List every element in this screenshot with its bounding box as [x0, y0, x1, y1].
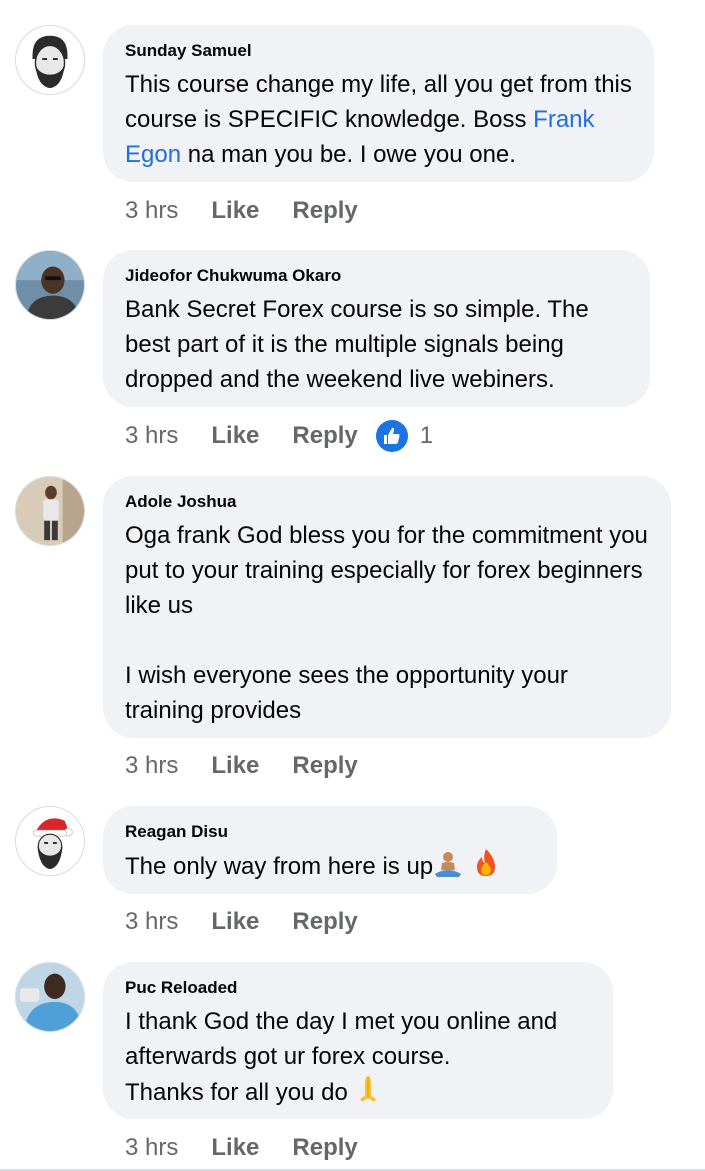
avatar[interactable] [15, 806, 85, 876]
comment-text: Bank Secret Forex course is so simple. T… [125, 296, 589, 393]
comment-time[interactable]: 3 hrs [125, 1134, 178, 1162]
comment-author[interactable]: Puc Reloaded [125, 978, 591, 998]
user-photo-avatar-icon [16, 477, 84, 545]
reaction-summary[interactable]: 1 [375, 420, 434, 452]
santa-hat-bearded-avatar-icon [16, 807, 84, 875]
comment-actions: 3 hrs Like Reply [125, 905, 376, 939]
comment-line: Thanks for all you do [125, 1074, 591, 1114]
user-photo-avatar-icon [16, 251, 84, 319]
avatar[interactable] [15, 962, 85, 1032]
comment-paragraph: Oga frank God bless you for the commitme… [125, 522, 648, 619]
comment-author[interactable]: Sunday Samuel [125, 41, 632, 61]
fire-emoji [473, 848, 499, 888]
reply-button[interactable]: Reply [292, 1134, 357, 1162]
comment-bubble: Adole Joshua Oga frank God bless you for… [103, 476, 671, 738]
like-button[interactable]: Like [211, 752, 259, 780]
comment-paragraph: I wish everyone sees the opportunity you… [125, 662, 568, 724]
comment-actions: 3 hrs Like Reply [125, 1131, 376, 1165]
comment-line: I thank God the day I met you online and… [125, 1008, 558, 1070]
reaction-count: 1 [419, 422, 434, 449]
comment-author[interactable]: Reagan Disu [125, 822, 535, 842]
comment-bubble: Sunday Samuel This course change my life… [103, 25, 654, 182]
person-meditating-emoji [433, 850, 463, 888]
comment-text: The only way from here is up [125, 848, 535, 888]
comment-time[interactable]: 3 hrs [125, 752, 178, 780]
comment-author[interactable]: Jideofor Chukwuma Okaro [125, 266, 628, 286]
user-photo-avatar-icon [16, 963, 84, 1031]
comment-bubble: Jideofor Chukwuma Okaro Bank Secret Fore… [103, 250, 650, 407]
comment-actions: 3 hrs Like Reply [125, 194, 376, 228]
reply-button[interactable]: Reply [292, 752, 357, 780]
folded-hands-emoji [354, 1074, 382, 1114]
like-button[interactable]: Like [211, 197, 259, 225]
reply-button[interactable]: Reply [292, 908, 357, 936]
comment-time[interactable]: 3 hrs [125, 422, 178, 450]
comment-time[interactable]: 3 hrs [125, 908, 178, 936]
comment-actions: 3 hrs Like Reply 1 [125, 419, 433, 453]
avatar[interactable] [15, 25, 85, 95]
comment-author[interactable]: Adole Joshua [125, 492, 649, 512]
like-button[interactable]: Like [211, 1134, 259, 1162]
comment-text: Oga frank God bless you for the commitme… [125, 518, 649, 728]
reply-button[interactable]: Reply [292, 422, 357, 450]
avatar[interactable] [15, 476, 85, 546]
like-thumb-icon [375, 420, 408, 452]
bearded-man-avatar-icon [16, 26, 84, 94]
comment-text: I thank God the day I met you online and… [125, 1004, 591, 1114]
comment-text: This course change my life, all you get … [125, 71, 632, 168]
comment-bubble: Reagan Disu The only way from here is up [103, 806, 557, 894]
like-button[interactable]: Like [211, 908, 259, 936]
comment-time[interactable]: 3 hrs [125, 197, 178, 225]
avatar[interactable] [15, 250, 85, 320]
comment-bubble: Puc Reloaded I thank God the day I met y… [103, 962, 613, 1119]
like-button[interactable]: Like [211, 422, 259, 450]
reply-button[interactable]: Reply [292, 197, 357, 225]
comment-actions: 3 hrs Like Reply [125, 749, 376, 783]
